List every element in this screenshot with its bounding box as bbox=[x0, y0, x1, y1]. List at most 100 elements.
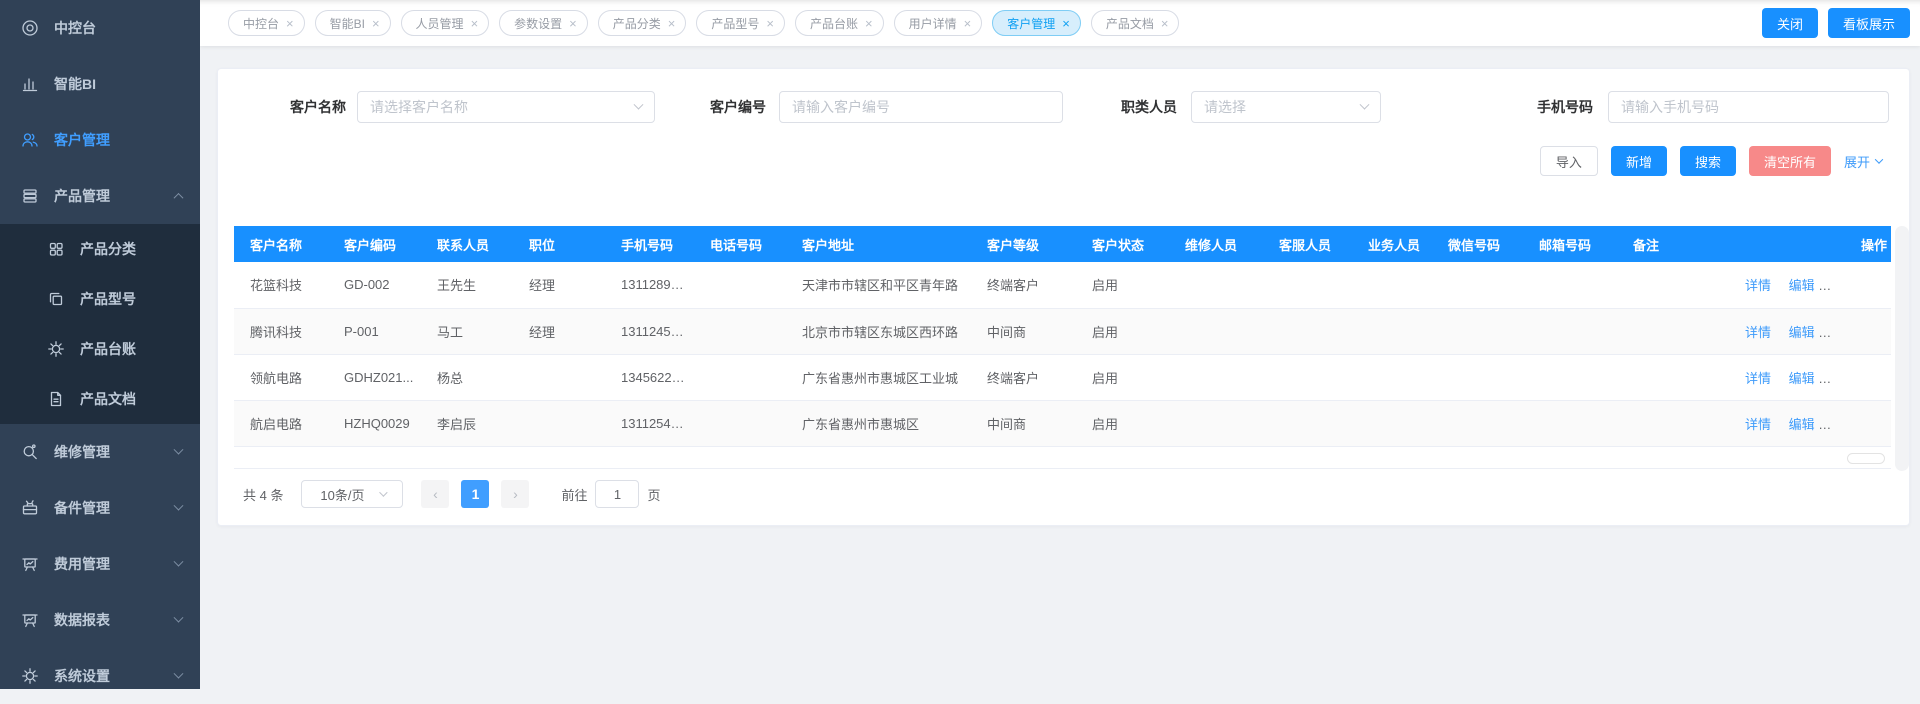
col-header-actions: 操作 bbox=[1715, 226, 1891, 262]
phone-label: 手机号码 bbox=[1465, 91, 1593, 123]
close-icon[interactable]: × bbox=[1062, 17, 1070, 30]
delete-link[interactable]: 删除 bbox=[1834, 414, 1860, 433]
tab-bi[interactable]: 智能BI× bbox=[315, 10, 391, 36]
table-row[interactable]: 花篮科技 GD-002 王先生 经理 131128942... 天津市市辖区和平… bbox=[234, 262, 1891, 308]
page-size-select[interactable]: 10条/页 bbox=[301, 480, 403, 508]
disable-link[interactable]: 禁用 bbox=[1875, 322, 1891, 341]
board-display-button[interactable]: 看板展示 bbox=[1828, 8, 1910, 38]
clear-all-button[interactable]: 清空所有 bbox=[1749, 146, 1831, 176]
tab-parameters[interactable]: 参数设置 × bbox=[499, 10, 588, 36]
vertical-scrollbar[interactable] bbox=[1895, 226, 1909, 471]
goto-page-input[interactable] bbox=[595, 480, 639, 508]
horizontal-scrollbar-thumb[interactable] bbox=[1847, 453, 1885, 464]
cell: 中间商 bbox=[971, 400, 1076, 446]
detail-link[interactable]: 详情 bbox=[1745, 417, 1771, 432]
sidebar-item-bi[interactable]: 智能BI bbox=[0, 56, 200, 112]
col-header: 客户等级 bbox=[971, 226, 1076, 262]
edit-link[interactable]: 编辑 bbox=[1789, 371, 1815, 386]
cell bbox=[1523, 262, 1617, 308]
staff-type-select-input[interactable] bbox=[1204, 99, 1361, 115]
add-button[interactable]: 新增 bbox=[1611, 146, 1667, 176]
sidebar-item-product-model[interactable]: 产品型号 bbox=[0, 274, 200, 324]
cell: 杨总 bbox=[421, 354, 513, 400]
table-row[interactable]: 领航电路 GDHZ021... 杨总 13456221... 广东省惠州市惠城区… bbox=[234, 354, 1891, 400]
table-row[interactable]: 航启电路 HZHQ0029 李启辰 131125464... 广东省惠州市惠城区… bbox=[234, 400, 1891, 446]
search-button[interactable]: 搜索 bbox=[1680, 146, 1736, 176]
tab-product-docs[interactable]: 产品文档× bbox=[1091, 10, 1180, 36]
close-icon[interactable]: × bbox=[286, 17, 294, 30]
edit-link[interactable]: 编辑 bbox=[1789, 417, 1815, 432]
close-icon[interactable]: × bbox=[865, 17, 873, 30]
close-button[interactable]: 关闭 bbox=[1762, 8, 1818, 38]
customer-name-select-input[interactable] bbox=[370, 99, 635, 115]
chevron-down-icon bbox=[1360, 99, 1370, 109]
expand-toggle[interactable]: 展开 bbox=[1844, 152, 1882, 171]
tab-label: 参数设置 bbox=[514, 15, 562, 32]
sidebar-item-label: 智能BI bbox=[54, 74, 96, 94]
delete-link[interactable]: 删除 bbox=[1834, 368, 1860, 387]
edit-link[interactable]: 编辑 bbox=[1789, 278, 1815, 293]
prev-page-button[interactable]: ‹ bbox=[421, 480, 449, 508]
disable-link[interactable]: 禁用 bbox=[1875, 414, 1891, 433]
tab-customer-management[interactable]: 客户管理× bbox=[992, 10, 1081, 36]
next-page-button[interactable]: › bbox=[501, 480, 529, 508]
close-icon[interactable]: × bbox=[964, 17, 972, 30]
customer-code-input[interactable] bbox=[792, 99, 1050, 115]
cell bbox=[1432, 308, 1523, 354]
current-page-button[interactable]: 1 bbox=[461, 480, 489, 508]
sidebar-item-repair[interactable]: 维修管理 bbox=[0, 424, 200, 480]
cell bbox=[513, 354, 605, 400]
sidebar-item-product-docs[interactable]: 产品文档 bbox=[0, 374, 200, 424]
sidebar-item-products[interactable]: 产品管理 bbox=[0, 168, 200, 224]
tab-product-ledger[interactable]: 产品台账 × bbox=[795, 10, 884, 36]
table-row[interactable]: 腾讯科技 P-001 马工 经理 131124542... 北京市市辖区东城区西… bbox=[234, 308, 1891, 354]
col-header: 客户名称 bbox=[234, 226, 328, 262]
chevron-down-icon bbox=[379, 488, 387, 496]
close-icon[interactable]: × bbox=[471, 17, 479, 30]
detail-link[interactable]: 详情 bbox=[1745, 278, 1771, 293]
close-icon[interactable]: × bbox=[569, 17, 577, 30]
sidebar-item-console[interactable]: 中控台 bbox=[0, 0, 200, 56]
tab-personnel[interactable]: 人员管理× bbox=[401, 10, 490, 36]
detail-link[interactable]: 详情 bbox=[1745, 371, 1771, 386]
customer-code-field[interactable] bbox=[779, 91, 1063, 123]
close-icon[interactable]: × bbox=[766, 17, 774, 30]
phone-input[interactable] bbox=[1621, 99, 1876, 115]
cell bbox=[1352, 354, 1432, 400]
close-icon[interactable]: × bbox=[1161, 17, 1169, 30]
tab-console[interactable]: 中控台× bbox=[228, 10, 305, 36]
sidebar-item-product-category[interactable]: 产品分类 bbox=[0, 224, 200, 274]
cell: 启用 bbox=[1076, 262, 1169, 308]
import-button[interactable]: 导入 bbox=[1540, 146, 1598, 176]
cell bbox=[1617, 400, 1715, 446]
phone-field[interactable] bbox=[1608, 91, 1889, 123]
cell: 北京市市辖区东城区西环路 bbox=[786, 308, 971, 354]
customer-name-select[interactable] bbox=[357, 91, 655, 123]
cell: 13456221... bbox=[605, 354, 694, 400]
sidebar-item-product-ledger[interactable]: 产品台账 bbox=[0, 324, 200, 374]
close-icon[interactable]: × bbox=[372, 17, 380, 30]
cell bbox=[694, 400, 786, 446]
sidebar-item-customers[interactable]: 客户管理 bbox=[0, 112, 200, 168]
cell: 启用 bbox=[1076, 354, 1169, 400]
delete-link[interactable]: 删除 bbox=[1834, 322, 1860, 341]
disable-link[interactable]: 禁用 bbox=[1875, 275, 1891, 294]
disable-link[interactable]: 禁用 bbox=[1875, 368, 1891, 387]
tab-product-model[interactable]: 产品型号× bbox=[696, 10, 785, 36]
close-icon[interactable]: × bbox=[668, 17, 676, 30]
sidebar-item-label: 客户管理 bbox=[54, 130, 110, 150]
sidebar-item-system-settings[interactable]: 系统设置 bbox=[0, 648, 200, 704]
staff-type-select[interactable] bbox=[1191, 91, 1381, 123]
tab-user-detail[interactable]: 用户详情× bbox=[894, 10, 983, 36]
tab-product-category[interactable]: 产品分类× bbox=[598, 10, 687, 36]
sidebar-item-spare-parts[interactable]: 备件管理 bbox=[0, 480, 200, 536]
cell bbox=[1523, 400, 1617, 446]
edit-link[interactable]: 编辑 bbox=[1789, 325, 1815, 340]
tab-label: 产品台账 bbox=[810, 15, 858, 32]
sidebar-item-data-reports[interactable]: 数据报表 bbox=[0, 592, 200, 648]
detail-link[interactable]: 详情 bbox=[1745, 325, 1771, 340]
cell: 经理 bbox=[513, 308, 605, 354]
sidebar-item-expenses[interactable]: 费用管理 bbox=[0, 536, 200, 592]
cell bbox=[1617, 308, 1715, 354]
delete-link[interactable]: 删除 bbox=[1834, 275, 1860, 294]
